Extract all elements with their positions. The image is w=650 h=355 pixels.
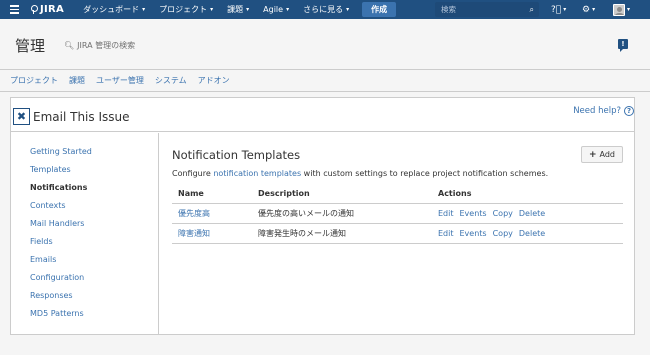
quick-search-input[interactable] xyxy=(441,5,521,14)
template-description: 優先度の高いメールの通知 xyxy=(252,203,432,224)
page-footer xyxy=(0,345,650,355)
tab-user-management[interactable]: ユーザー管理 xyxy=(96,75,144,86)
template-name-link[interactable]: 優先度高 xyxy=(172,203,252,224)
sidebar-item-notifications[interactable]: Notifications xyxy=(30,183,87,192)
sidebar-item-configuration[interactable]: Configuration xyxy=(30,273,84,282)
edit-link[interactable]: Edit xyxy=(438,229,454,238)
add-button[interactable]: + Add xyxy=(581,146,623,163)
quick-search: ⌕ xyxy=(435,2,539,17)
column-header-description: Description xyxy=(252,185,432,204)
nav-issues-label: 課題 xyxy=(227,5,244,14)
email-this-issue-icon: ✖ xyxy=(13,108,30,125)
notification-templates-link[interactable]: notification templates xyxy=(213,169,301,178)
help-menu[interactable]: ?⃝ ▾ xyxy=(551,0,566,19)
nav-more-label: さらに見る xyxy=(303,5,344,14)
table-row: 優先度高 優先度の高いメールの通知 Edit Events Copy Delete xyxy=(172,203,623,224)
nav-agile-label: Agile xyxy=(263,5,284,14)
need-help-link[interactable]: Need help? ? xyxy=(573,106,634,116)
jira-logo-text: JIRA xyxy=(40,4,65,15)
row-actions: Edit Events Copy Delete xyxy=(432,203,623,224)
chevron-down-icon: ▾ xyxy=(563,6,567,13)
table-row: 障害通知 障害発生時のメール通知 Edit Events Copy Delete xyxy=(172,223,623,244)
copy-link[interactable]: Copy xyxy=(493,209,513,218)
plus-icon: + xyxy=(588,149,597,160)
search-icon[interactable]: ⌕ xyxy=(530,5,534,15)
plugin-panel: ✖ Email This Issue Need help? ? Getting … xyxy=(10,97,635,335)
avatar xyxy=(613,3,625,16)
sidebar-item-templates[interactable]: Templates xyxy=(30,165,71,174)
sidebar-item-responses[interactable]: Responses xyxy=(30,291,73,300)
admin-menu[interactable]: ⚙ ▾ xyxy=(582,0,595,19)
sidebar-item-getting-started[interactable]: Getting Started xyxy=(30,147,92,156)
tab-projects[interactable]: プロジェクト xyxy=(10,75,58,86)
chevron-down-icon: ▾ xyxy=(142,6,146,13)
help-icon: ? xyxy=(624,106,634,116)
add-button-label: Add xyxy=(599,150,616,159)
nav-issues[interactable]: 課題 ▾ xyxy=(220,0,256,19)
plugin-title: Email This Issue xyxy=(33,110,130,124)
copy-link[interactable]: Copy xyxy=(493,229,513,238)
column-header-name: Name xyxy=(172,185,252,204)
section-title: Notification Templates xyxy=(172,148,301,162)
sidebar-item-contexts[interactable]: Contexts xyxy=(30,201,66,210)
nav-dashboard[interactable]: ダッシュボード ▾ xyxy=(76,0,152,19)
admin-tabs: プロジェクト 課題 ユーザー管理 システム アドオン xyxy=(0,70,650,92)
events-link[interactable]: Events xyxy=(460,229,487,238)
help-icon: ?⃝ xyxy=(551,4,562,15)
jira-logo-icon xyxy=(30,5,38,14)
chevron-down-icon: ▾ xyxy=(210,6,214,13)
description-text-pre: Configure xyxy=(172,169,214,178)
create-button[interactable]: 作成 xyxy=(362,2,397,17)
admin-search[interactable]: 🔍︎ JIRA 管理の検索 xyxy=(64,40,135,51)
nav-dashboard-label: ダッシュボード xyxy=(83,5,140,14)
events-link[interactable]: Events xyxy=(460,209,487,218)
sidebar-item-fields[interactable]: Fields xyxy=(30,237,53,246)
template-description: 障害発生時のメール通知 xyxy=(252,223,432,244)
plugin-sidebar: Getting Started Templates Notifications … xyxy=(11,133,159,334)
tab-system[interactable]: システム xyxy=(155,75,187,86)
chevron-down-icon: ▾ xyxy=(592,6,596,13)
nav-agile[interactable]: Agile ▾ xyxy=(256,0,296,19)
page-title: 管理 xyxy=(15,37,46,55)
feedback-icon[interactable]: ! xyxy=(618,39,628,52)
sidebar-item-emails[interactable]: Emails xyxy=(30,255,56,264)
delete-link[interactable]: Delete xyxy=(519,209,545,218)
need-help-label: Need help? xyxy=(573,106,621,116)
tab-issues[interactable]: 課題 xyxy=(69,75,85,86)
sidebar-item-mail-handlers[interactable]: Mail Handlers xyxy=(30,219,84,228)
admin-header: 管理 🔍︎ JIRA 管理の検索 ! xyxy=(0,19,650,70)
tab-addons[interactable]: アドオン xyxy=(198,75,230,86)
sidebar-item-md5-patterns[interactable]: MD5 Patterns xyxy=(30,309,84,318)
chevron-down-icon: ▾ xyxy=(346,6,350,13)
user-menu[interactable]: ▾ xyxy=(613,0,630,19)
table-header-row: Name Description Actions xyxy=(172,185,623,204)
edit-link[interactable]: Edit xyxy=(438,209,454,218)
chevron-down-icon: ▾ xyxy=(627,6,631,13)
jira-logo[interactable]: JIRA xyxy=(30,4,64,15)
row-actions: Edit Events Copy Delete xyxy=(432,223,623,244)
main-content: Notification Templates + Add Configure n… xyxy=(171,133,623,334)
chevron-down-icon: ▾ xyxy=(246,6,250,13)
template-name-link[interactable]: 障害通知 xyxy=(172,223,252,244)
nav-projects-label: プロジェクト xyxy=(159,5,208,14)
description-text-post: with custom settings to replace project … xyxy=(301,169,549,178)
delete-link[interactable]: Delete xyxy=(519,229,545,238)
templates-table: Name Description Actions 優先度高 優先度の高いメールの… xyxy=(172,185,623,244)
nav-projects[interactable]: プロジェクト ▾ xyxy=(152,0,220,19)
column-header-actions: Actions xyxy=(432,185,623,204)
nav-more[interactable]: さらに見る ▾ xyxy=(296,0,356,19)
app-switcher-icon[interactable] xyxy=(4,0,24,19)
plugin-header: ✖ Email This Issue Need help? ? xyxy=(11,98,634,132)
admin-search-label: JIRA 管理の検索 xyxy=(77,41,136,50)
chevron-down-icon: ▾ xyxy=(286,6,290,13)
section-description: Configure notification templates with cu… xyxy=(172,169,548,178)
gear-icon: ⚙ xyxy=(582,4,591,15)
search-icon: 🔍︎ xyxy=(64,41,75,50)
